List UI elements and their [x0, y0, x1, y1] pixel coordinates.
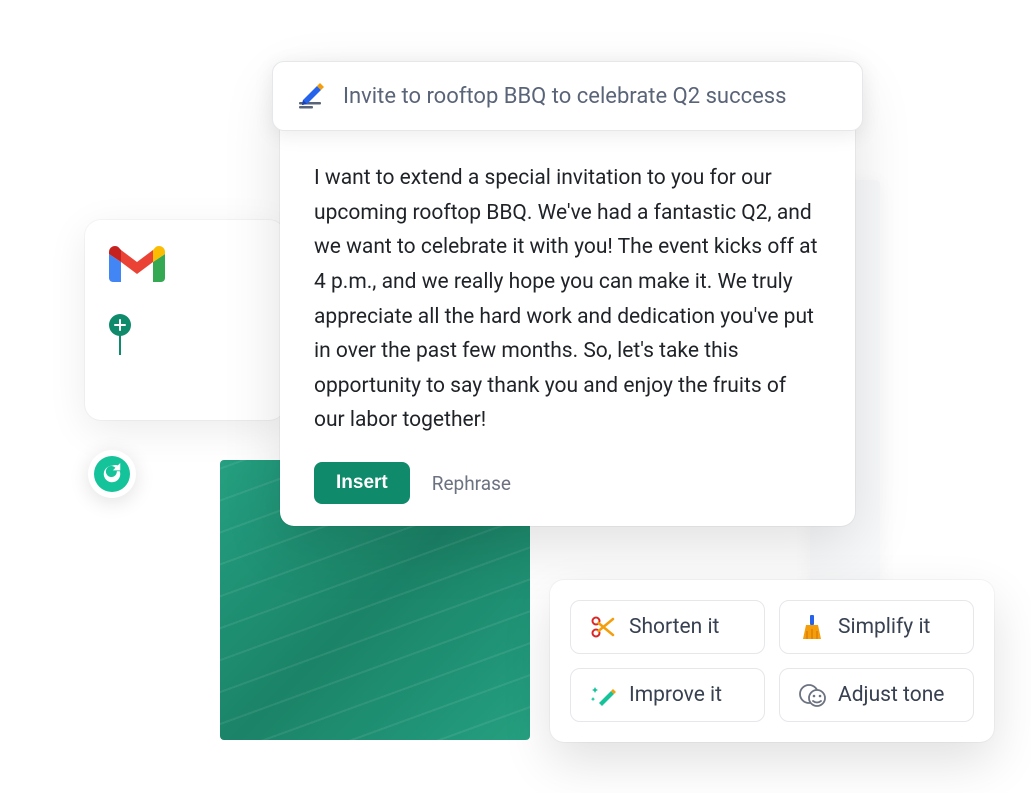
- generated-body-section: I want to extend a special invitation to…: [280, 131, 855, 526]
- insert-button[interactable]: Insert: [314, 462, 410, 504]
- gmail-add-item[interactable]: [109, 314, 261, 336]
- action-row: Insert Rephrase: [314, 462, 821, 504]
- chip-label: Shorten it: [629, 615, 719, 639]
- face-mood-icon: [798, 681, 826, 709]
- chip-label: Simplify it: [838, 615, 930, 639]
- gmail-logo-icon: [109, 244, 165, 286]
- chip-adjust-tone[interactable]: Adjust tone: [779, 668, 974, 722]
- rephrase-link[interactable]: Rephrase: [432, 472, 511, 495]
- sparkle-pencil-icon: [589, 681, 617, 709]
- broom-icon: [798, 613, 826, 641]
- chip-label: Adjust tone: [838, 683, 944, 707]
- prompt-input-bar[interactable]: Invite to rooftop BBQ to celebrate Q2 su…: [272, 61, 863, 131]
- generated-body-text: I want to extend a special invitation to…: [314, 161, 821, 438]
- plus-circle-icon: [109, 314, 131, 336]
- add-item-connector: [119, 335, 121, 355]
- chip-shorten[interactable]: Shorten it: [570, 600, 765, 654]
- suggestion-chips-panel: Shorten it Simplify it: [550, 580, 994, 742]
- grammarly-badge[interactable]: [88, 450, 136, 498]
- scissors-icon: [589, 613, 617, 641]
- gmail-sidebar-card: [85, 220, 285, 420]
- prompt-text: Invite to rooftop BBQ to celebrate Q2 su…: [343, 84, 786, 109]
- compose-pen-icon: [295, 80, 327, 112]
- chip-improve[interactable]: Improve it: [570, 668, 765, 722]
- chip-label: Improve it: [629, 683, 722, 707]
- ai-writing-card: Invite to rooftop BBQ to celebrate Q2 su…: [280, 65, 855, 526]
- grammarly-logo-icon: [94, 456, 130, 492]
- chip-simplify[interactable]: Simplify it: [779, 600, 974, 654]
